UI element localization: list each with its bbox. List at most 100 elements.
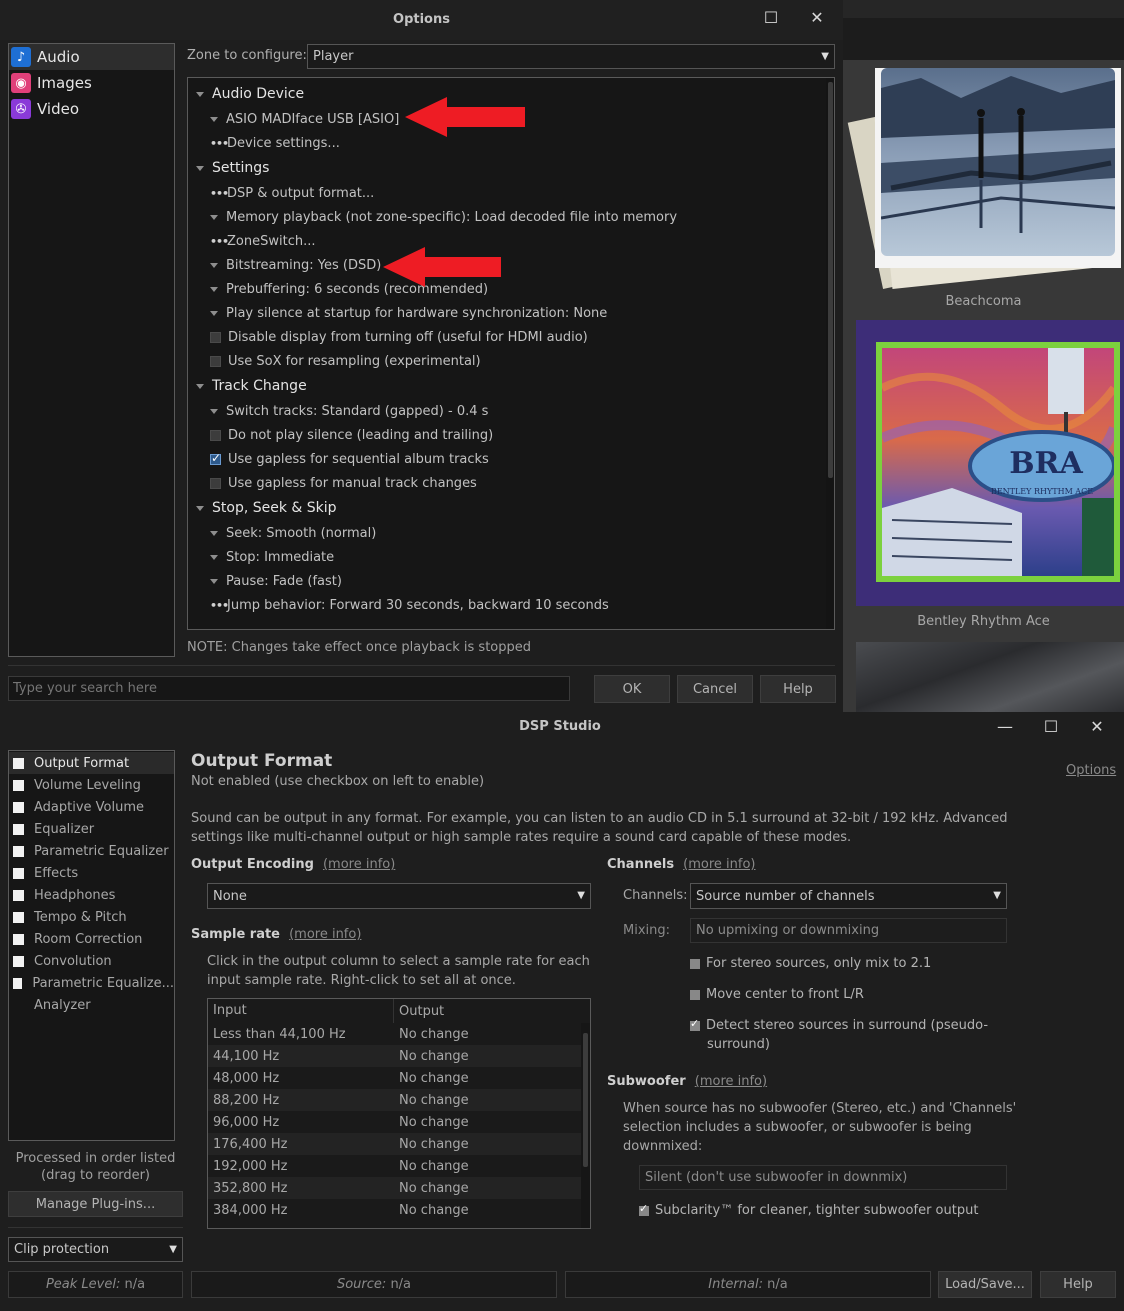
plugin-item[interactable]: Adaptive Volume xyxy=(9,796,174,818)
output-rate-cell[interactable]: No change xyxy=(394,1137,469,1152)
help-button[interactable]: Help xyxy=(1040,1271,1116,1298)
cancel-button[interactable]: Cancel xyxy=(677,675,753,703)
output-rate-cell[interactable]: No change xyxy=(394,1027,469,1042)
close-button[interactable]: ✕ xyxy=(802,3,832,33)
maximize-button[interactable]: ☐ xyxy=(1036,712,1066,742)
album-cover-beachcoma[interactable] xyxy=(847,68,1121,290)
table-row[interactable]: 384,000 Hz No change xyxy=(208,1199,590,1221)
center-to-front-option[interactable]: Move center to front L/R xyxy=(690,987,864,1002)
detect-stereo-option[interactable]: Detect stereo sources in surround (pseud… xyxy=(690,1017,988,1033)
close-button[interactable]: ✕ xyxy=(1082,712,1112,742)
plugin-checkbox[interactable] xyxy=(13,955,24,967)
tree-checkbox-item[interactable]: Use SoX for resampling (experimental) xyxy=(188,349,824,373)
tree-item[interactable]: Play silence at startup for hardware syn… xyxy=(188,301,824,325)
table-row[interactable]: 352,800 Hz No change xyxy=(208,1177,590,1199)
table-row[interactable]: 176,400 Hz No change xyxy=(208,1133,590,1155)
sidebar-item-images[interactable]: ◉ Images xyxy=(9,70,174,96)
checkbox[interactable] xyxy=(210,477,221,489)
plugin-checkbox[interactable] xyxy=(13,779,24,791)
output-encoding-select[interactable]: None ▼ xyxy=(207,883,591,909)
checkbox[interactable] xyxy=(639,1202,649,1216)
plugin-checkbox[interactable] xyxy=(13,911,24,923)
table-row[interactable]: 48,000 Hz No change xyxy=(208,1067,590,1089)
plugin-checkbox[interactable] xyxy=(13,889,24,901)
channels-select[interactable]: Source number of channels ▼ xyxy=(690,883,1007,909)
checkbox[interactable] xyxy=(210,331,221,343)
plugin-item[interactable]: Parametric Equalizer xyxy=(9,840,174,862)
options-link[interactable]: Options xyxy=(1066,763,1116,778)
tree-checkbox-item[interactable]: Disable display from turning off (useful… xyxy=(188,325,824,349)
output-rate-cell[interactable]: No change xyxy=(394,1115,469,1130)
more-info-link[interactable]: (more info) xyxy=(695,1074,767,1089)
more-info-link[interactable]: (more info) xyxy=(323,857,395,872)
checkbox[interactable] xyxy=(690,989,700,1000)
manage-plugins-button[interactable]: Manage Plug-ins... xyxy=(8,1191,183,1217)
help-button[interactable]: Help xyxy=(760,675,836,703)
ok-button[interactable]: OK xyxy=(594,675,670,703)
plugin-checkbox[interactable] xyxy=(13,845,24,857)
zone-select[interactable]: Player ▼ xyxy=(307,44,835,69)
plugin-checkbox[interactable] xyxy=(13,801,24,813)
tree-item[interactable]: Stop: Immediate xyxy=(188,545,824,569)
plugin-item[interactable]: Tempo & Pitch xyxy=(9,906,174,928)
clip-protection-select[interactable]: Clip protection ▼ xyxy=(8,1237,183,1262)
plugin-checkbox[interactable] xyxy=(13,757,24,769)
maximize-button[interactable]: ☐ xyxy=(756,3,786,33)
tree-section-header[interactable]: Settings xyxy=(188,155,824,181)
output-rate-cell[interactable]: No change xyxy=(394,1093,469,1108)
plugin-item[interactable]: Room Correction xyxy=(9,928,174,950)
tree-section-header[interactable]: Stop, Seek & Skip xyxy=(188,495,824,521)
table-row[interactable]: 192,000 Hz No change xyxy=(208,1155,590,1177)
tree-checkbox-item[interactable]: Use gapless for manual track changes xyxy=(188,471,824,495)
plugin-item[interactable]: Headphones xyxy=(9,884,174,906)
tree-item[interactable]: ••• ZoneSwitch... xyxy=(188,229,824,253)
search-input[interactable] xyxy=(8,676,570,701)
scrollbar-thumb[interactable] xyxy=(828,82,833,478)
checkbox[interactable] xyxy=(210,451,221,465)
output-rate-cell[interactable]: No change xyxy=(394,1203,469,1218)
album-cover-slate[interactable] xyxy=(856,642,1124,712)
checkbox[interactable] xyxy=(210,355,221,367)
sidebar-item-video[interactable]: ✇ Video xyxy=(9,96,174,122)
sidebar-item-audio[interactable]: ♪ Audio xyxy=(9,44,174,70)
table-row[interactable]: 88,200 Hz No change xyxy=(208,1089,590,1111)
table-row[interactable]: 44,100 Hz No change xyxy=(208,1045,590,1067)
tree-item[interactable]: Bitstreaming: Yes (DSD) xyxy=(188,253,824,277)
more-info-link[interactable]: (more info) xyxy=(683,857,755,872)
checkbox[interactable] xyxy=(210,429,221,441)
table-scrollbar[interactable] xyxy=(581,1023,590,1228)
plugin-item[interactable]: Analyzer xyxy=(9,994,174,1016)
album-cover-bentley-rhythm-ace[interactable]: BRA BENTLEY RHYTHM ACE xyxy=(856,320,1124,606)
tree-item[interactable]: Switch tracks: Standard (gapped) - 0.4 s xyxy=(188,399,824,423)
load-save-button[interactable]: Load/Save... xyxy=(938,1271,1032,1298)
table-row[interactable]: Less than 44,100 Hz No change xyxy=(208,1023,590,1045)
plugin-item[interactable]: Volume Leveling xyxy=(9,774,174,796)
plugin-checkbox[interactable] xyxy=(13,867,24,879)
tree-item[interactable]: Pause: Fade (fast) xyxy=(188,569,824,593)
plugin-checkbox[interactable] xyxy=(13,823,24,835)
plugin-item[interactable]: Effects xyxy=(9,862,174,884)
tree-checkbox-item[interactable]: Use gapless for sequential album tracks xyxy=(188,447,824,471)
plugin-item[interactable]: Convolution xyxy=(9,950,174,972)
output-rate-cell[interactable]: No change xyxy=(394,1071,469,1086)
plugin-item[interactable]: Output Format xyxy=(9,752,174,774)
tree-item[interactable]: ••• Jump behavior: Forward 30 seconds, ba… xyxy=(188,593,824,617)
output-rate-cell[interactable]: No change xyxy=(394,1049,469,1064)
tree-scrollbar[interactable] xyxy=(826,78,834,629)
plugin-item[interactable]: Equalizer xyxy=(9,818,174,840)
tree-item[interactable]: Seek: Smooth (normal) xyxy=(188,521,824,545)
checkbox[interactable] xyxy=(690,1017,700,1031)
minimize-button[interactable]: — xyxy=(990,712,1020,742)
tree-checkbox-item[interactable]: Do not play silence (leading and trailin… xyxy=(188,423,824,447)
subclarity-option[interactable]: Subclarity™ for cleaner, tighter subwoof… xyxy=(639,1202,978,1218)
scrollbar-thumb[interactable] xyxy=(583,1033,588,1167)
plugin-checkbox[interactable] xyxy=(13,977,23,989)
plugin-checkbox[interactable] xyxy=(13,933,24,945)
output-rate-cell[interactable]: No change xyxy=(394,1181,469,1196)
tree-item[interactable]: Prebuffering: 6 seconds (recommended) xyxy=(188,277,824,301)
tree-section-header[interactable]: Track Change xyxy=(188,373,824,399)
checkbox[interactable] xyxy=(690,958,700,969)
plugin-item[interactable]: Parametric Equalize... xyxy=(9,972,174,994)
tree-item[interactable]: ••• DSP & output format... xyxy=(188,181,824,205)
table-row[interactable]: 96,000 Hz No change xyxy=(208,1111,590,1133)
